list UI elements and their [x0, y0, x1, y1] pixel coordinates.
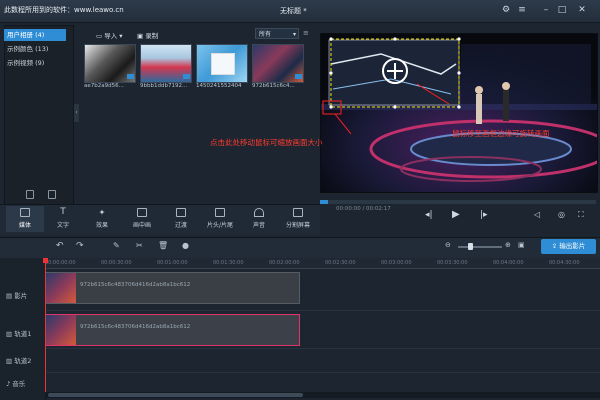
clip-thumbnail [46, 273, 76, 303]
category-user-album[interactable]: 用户相册 (4) [4, 29, 66, 41]
title-bar: 此数程所用到的软件：www.leawo.cn 无标题 * ⚙ ≡ – □ ✕ [0, 0, 600, 23]
cut-icon[interactable]: ✂ [136, 241, 143, 250]
export-video-button[interactable]: ⇪ 输出影片 [541, 239, 596, 254]
ruler-tick: 00:01:30:00 [213, 260, 244, 266]
ruler-tick: 00:01:00:00 [157, 260, 188, 266]
menu-icon[interactable]: ≡ [516, 5, 528, 16]
video-badge-icon [127, 74, 134, 79]
ruler-tick: 00:02:30:00 [325, 260, 356, 266]
previous-frame-button[interactable]: ◂| [425, 210, 433, 220]
tab-media[interactable]: 媒体 [6, 206, 44, 232]
next-frame-button[interactable]: |▸ [480, 210, 488, 220]
tab-transition[interactable]: 过渡 [162, 206, 200, 232]
zoom-in-icon[interactable]: ⊕ [505, 241, 511, 249]
timeline-scrollbar-thumb[interactable] [48, 393, 303, 397]
record-button[interactable]: ▣ 录制 [137, 30, 158, 40]
ruler-tick: 00:04:00:00 [493, 260, 524, 266]
ruler-tick: 00:03:00:00 [381, 260, 412, 266]
category-sample-colors[interactable]: 示例颜色 (13) [4, 43, 66, 55]
media-icon [20, 208, 30, 217]
tab-text[interactable]: T 文字 [44, 206, 82, 232]
pip-icon [137, 208, 147, 217]
clip-label: 972b615c6c483706d416d2ab8a1bc612 [80, 324, 191, 330]
tab-split-screen[interactable]: 分割屏幕 [279, 206, 317, 232]
fullscreen-icon[interactable]: ⛶ [578, 210, 584, 220]
intro-icon [215, 208, 225, 217]
track-divider [45, 310, 600, 311]
track-label-track2: ▥ 轨道2 [6, 357, 32, 365]
track-label-video: ▤ 影片 [6, 292, 28, 300]
text-icon: T [60, 207, 66, 217]
preview-timecode: 00:00:00 / 00:02:17 [336, 206, 391, 212]
transition-icon [176, 208, 186, 217]
list-view-icon[interactable]: ≡ [303, 29, 309, 37]
rotate-hint-annotation: 鼠标移至画框边缘可旋转画面 [452, 129, 550, 138]
track1-clip[interactable] [45, 314, 300, 346]
clip-label: 972b615c6c483706d416d2ab8a1bc612 [80, 282, 191, 288]
chevron-down-icon: ▾ [292, 31, 296, 38]
media-filter-select[interactable]: 所有 ▾ [255, 28, 299, 39]
tab-audio[interactable]: 声音 [240, 206, 278, 232]
track-icon: ▥ [6, 357, 15, 365]
clip-thumbnail [46, 315, 76, 345]
video-preview[interactable] [320, 33, 598, 193]
zoom-slider[interactable] [458, 246, 502, 248]
scale-hint-annotation: 点击此处移动鼠标可缩放画面大小 [210, 138, 323, 147]
preview-frame [321, 34, 597, 192]
settings-icon[interactable]: ⚙ [500, 5, 512, 16]
video-clip[interactable] [45, 272, 300, 304]
fit-timeline-icon[interactable]: ▣ [518, 241, 525, 249]
video-badge-icon [295, 74, 302, 79]
media-thumbnail-label: ae7b2a9d56... [84, 83, 124, 89]
film-icon: ▤ [6, 292, 15, 300]
add-folder-icon[interactable] [26, 190, 34, 199]
track-divider [45, 348, 600, 349]
import-button[interactable]: ▭ 导入 ▾ [96, 30, 123, 40]
media-thumbnail[interactable] [196, 44, 248, 83]
track-icon: ▥ [6, 330, 15, 338]
media-thumbnail-label: 972b615c6c4... [252, 83, 295, 89]
collapse-panel-button[interactable]: ‹ [74, 104, 79, 122]
track-label-track1: ▥ 轨道1 [6, 330, 32, 338]
ruler-tick: 00:03:30:00 [437, 260, 468, 266]
close-button[interactable]: ✕ [576, 5, 588, 16]
redo-icon[interactable]: ↷ [76, 241, 84, 251]
play-button[interactable]: ▶ [452, 209, 460, 220]
ruler-tick: 00:02:00:00 [269, 260, 300, 266]
delete-icon[interactable]: 🗑 [158, 241, 168, 250]
zoom-out-icon[interactable]: ⊖ [445, 241, 451, 249]
media-thumbnail-label: 1450241552404 [196, 83, 242, 89]
effects-icon: ✦ [98, 208, 106, 217]
tab-effects[interactable]: ✦ 效果 [83, 206, 121, 232]
record-voice-icon[interactable]: ● [182, 241, 189, 250]
tab-intro-outro[interactable]: 片头/片尾 [199, 206, 241, 232]
minimize-button[interactable]: – [540, 5, 552, 16]
delete-folder-icon[interactable] [48, 190, 56, 199]
tab-pip[interactable]: 画中画 [123, 206, 161, 232]
track-label-music: ♪ 音乐 [6, 380, 26, 388]
preview-progress-bar[interactable] [320, 200, 596, 204]
ruler-tick: 00:00:30:00 [101, 260, 132, 266]
maximize-button[interactable]: □ [556, 5, 568, 16]
folder-icon: ▭ [96, 32, 105, 40]
audio-icon [254, 208, 264, 217]
record-icon: ▣ [137, 32, 146, 40]
watermark-text: 此数程所用到的软件：www.leawo.cn [4, 6, 124, 14]
zoom-slider-handle[interactable] [468, 243, 473, 250]
edit-icon[interactable]: ✎ [113, 241, 120, 250]
track-divider [45, 372, 600, 373]
ruler-tick: 00:04:30:00 [549, 260, 580, 266]
volume-icon[interactable]: ◁ [534, 210, 540, 219]
undo-icon[interactable]: ↶ [56, 241, 64, 251]
media-thumbnail-label: 9bbb1ddb7192... [140, 83, 188, 89]
split-screen-icon [293, 208, 303, 217]
playhead[interactable] [45, 258, 46, 398]
video-badge-icon [183, 74, 190, 79]
snapshot-icon[interactable]: ◎ [558, 210, 565, 219]
ruler-tick: 00:00:00:00 [45, 260, 76, 266]
image-icon [211, 53, 235, 75]
category-sample-videos[interactable]: 示例视频 (9) [4, 57, 66, 69]
window-title: 无标题 * [280, 7, 307, 15]
preview-progress-fill [320, 200, 328, 204]
